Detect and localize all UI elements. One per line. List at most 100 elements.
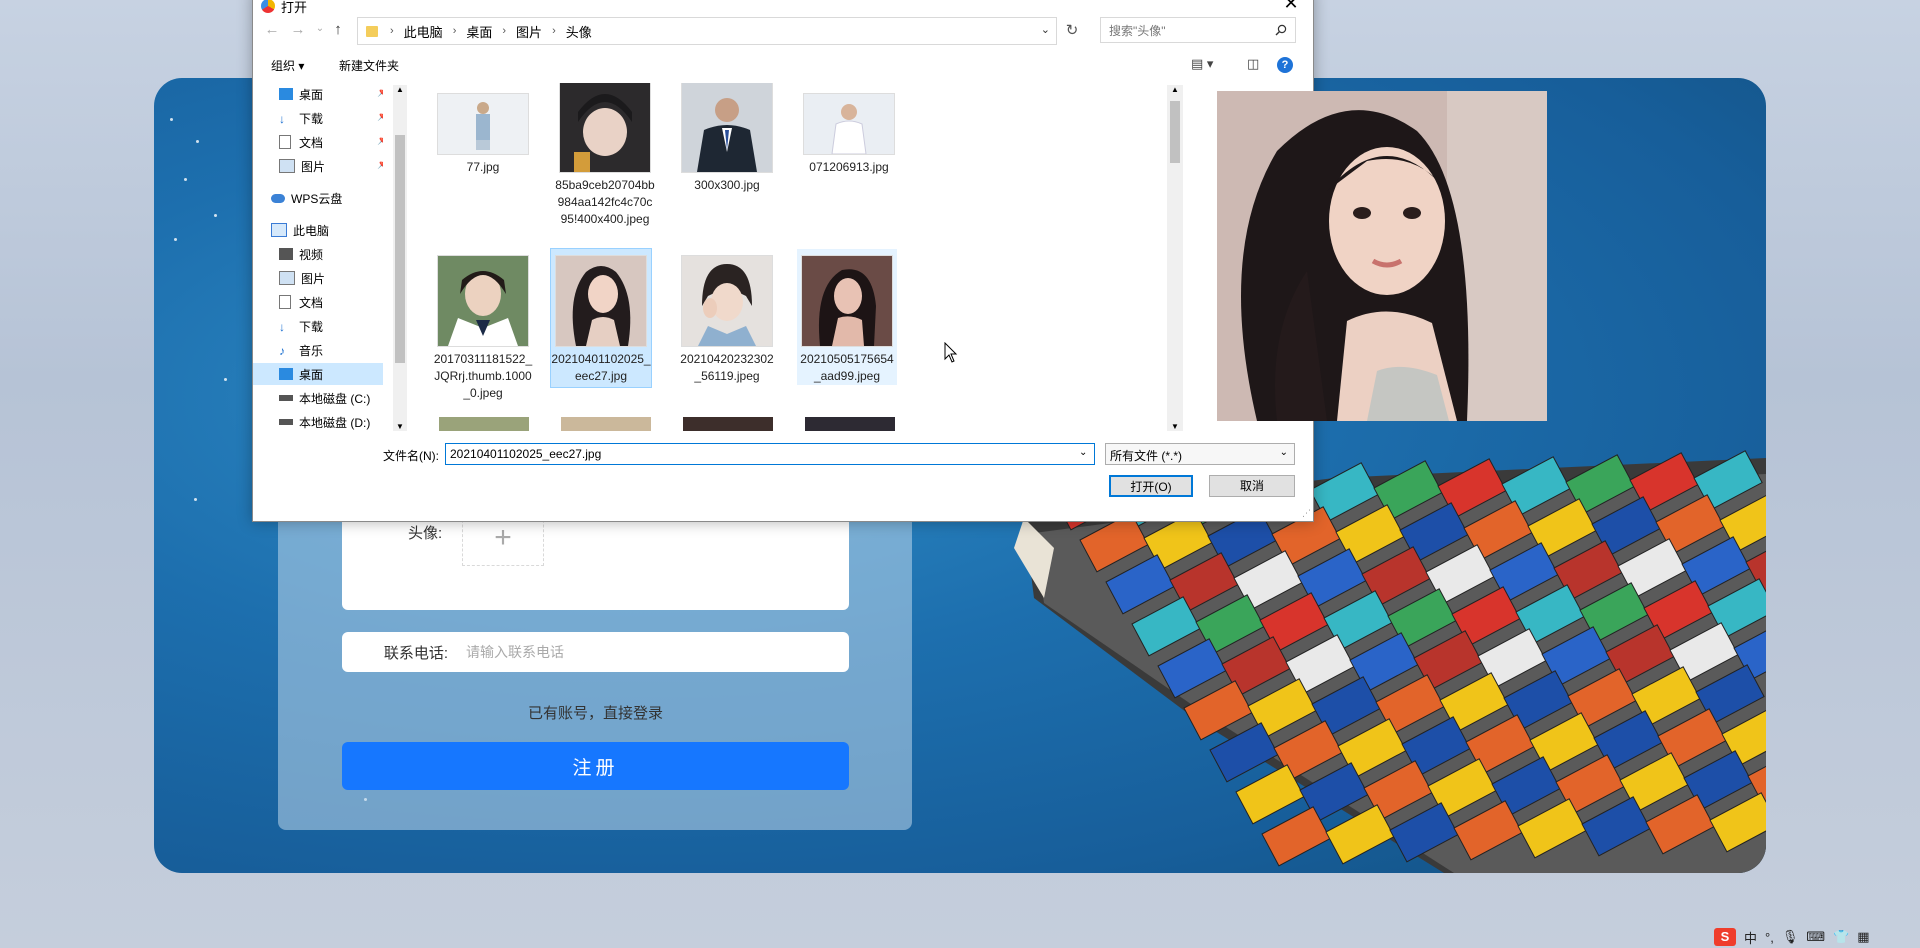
breadcrumb-pictures[interactable]: 图片: [516, 22, 542, 41]
nav-item-desktop-pc[interactable]: 桌面: [253, 363, 383, 385]
forward-arrow-icon[interactable]: →: [289, 21, 307, 38]
breadcrumb-desktop[interactable]: 桌面: [466, 22, 492, 41]
nav-item-music[interactable]: ♪ 音乐: [279, 339, 323, 361]
nav-item-pictures[interactable]: 图片: [279, 155, 325, 177]
keyboard-icon[interactable]: ⌨: [1806, 929, 1825, 945]
navigation-pane: 桌面 📌 ↓下载 📌 文档 📌 图片 📌 WPS云盘 此电脑 视频 图片 文档 …: [253, 83, 383, 431]
file-item[interactable]: 77.jpg: [433, 87, 533, 176]
recent-locations-icon[interactable]: ⌄: [311, 23, 329, 34]
address-bar[interactable]: › 此电脑 › 桌面 › 图片 › 头像 ⌄: [357, 17, 1057, 45]
phone-input[interactable]: [464, 643, 828, 661]
nav-item-documents-pc[interactable]: 文档: [279, 291, 323, 313]
search-input[interactable]: 搜索"头像": [1100, 17, 1296, 43]
help-icon[interactable]: ?: [1277, 57, 1293, 73]
file-item[interactable]: 071206913.jpg: [799, 87, 899, 176]
nav-label: 图片: [301, 271, 326, 286]
avatar-field: 头像: +: [342, 510, 849, 610]
image-thumbnail: [801, 255, 893, 347]
nav-item-pictures-pc[interactable]: 图片: [279, 267, 325, 289]
file-item[interactable]: 20170311181522_JQRrj.thumb.1000_0.jpeg: [433, 249, 533, 402]
cancel-button[interactable]: 取消: [1209, 475, 1295, 497]
preview-pane-icon[interactable]: ◫: [1247, 56, 1259, 72]
file-type-select[interactable]: 所有文件 (*.*) ⌄: [1105, 443, 1295, 465]
file-name: 77.jpg: [466, 160, 500, 174]
computer-icon: [271, 223, 287, 237]
file-item[interactable]: 85ba9ceb20704bb984aa142fc4c70c95!400x400…: [555, 83, 655, 228]
image-thumbnail: [437, 255, 529, 347]
pin-icon[interactable]: 📌: [377, 135, 383, 146]
nav-label: 本地磁盘 (C:): [299, 391, 371, 406]
ime-language-indicator[interactable]: 中: [1744, 928, 1757, 947]
login-link[interactable]: 已有账号，直接登录: [342, 702, 849, 723]
scroll-up-icon[interactable]: ▲: [1171, 85, 1179, 94]
nav-item-drive-d[interactable]: 本地磁盘 (D:): [279, 411, 370, 431]
breadcrumb-avatar[interactable]: 头像: [566, 22, 592, 41]
image-thumbnail: [681, 255, 773, 347]
nav-label: 桌面: [299, 87, 324, 102]
file-item[interactable]: 300x300.jpg: [677, 83, 777, 194]
file-list: 77.jpg 85ba9ceb20704bb984aa142fc4c70c95!…: [413, 83, 1157, 431]
sogou-ime-icon[interactable]: S: [1714, 928, 1736, 946]
scrollbar-thumb[interactable]: [395, 135, 405, 363]
refresh-icon[interactable]: ↻: [1059, 18, 1085, 44]
microphone-icon[interactable]: 🎙: [1782, 929, 1799, 945]
nav-item-drive-c[interactable]: 本地磁盘 (C:): [279, 387, 370, 409]
pin-icon[interactable]: 📌: [377, 111, 383, 122]
scrollbar-thumb[interactable]: [1170, 101, 1180, 163]
chevron-right-icon: ›: [390, 25, 394, 37]
pin-icon[interactable]: 📌: [377, 87, 383, 98]
video-icon: [279, 248, 293, 260]
up-arrow-icon[interactable]: ↑: [329, 21, 347, 38]
back-arrow-icon[interactable]: ←: [263, 21, 281, 38]
nav-label: 桌面: [299, 367, 324, 382]
mouse-cursor-icon: [944, 342, 958, 363]
chevron-down-icon[interactable]: ⌄: [1041, 23, 1050, 36]
file-item-selected[interactable]: 20210401102025_eec27.jpg: [550, 248, 652, 388]
breadcrumb-this-pc[interactable]: 此电脑: [404, 22, 443, 41]
file-item[interactable]: 20210505175654_aad99.jpeg: [797, 249, 897, 385]
close-icon[interactable]: ✕: [1277, 0, 1305, 14]
nav-item-wps-cloud[interactable]: WPS云盘: [271, 187, 342, 209]
nav-item-documents[interactable]: 文档: [279, 131, 323, 153]
command-bar: 组织 ▾ 新建文件夹 ▤ ▾ ◫ ?: [253, 51, 1313, 79]
organize-menu[interactable]: 组织 ▾: [271, 57, 304, 74]
chevron-down-icon[interactable]: ⌄: [1079, 447, 1087, 458]
nav-item-desktop[interactable]: 桌面: [279, 83, 323, 105]
search-placeholder: 搜索"头像": [1109, 23, 1166, 38]
grid-icon[interactable]: ▦: [1857, 929, 1869, 945]
system-tray: S 中 °, 🎙 ⌨ 👕 ▦: [1714, 926, 1920, 948]
punctuation-mode-indicator[interactable]: °,: [1765, 930, 1774, 945]
file-list-scrollbar[interactable]: ▲ ▼: [1167, 85, 1183, 431]
nav-item-videos[interactable]: 视频: [279, 243, 323, 265]
scroll-down-icon[interactable]: ▼: [396, 422, 404, 431]
pin-icon[interactable]: 📌: [377, 159, 383, 170]
nav-item-downloads[interactable]: ↓ 下载: [279, 107, 323, 129]
nav-label: 文档: [299, 295, 324, 310]
view-options-icon[interactable]: ▤ ▾: [1191, 56, 1213, 72]
file-name-input[interactable]: [445, 443, 1095, 465]
nav-label: 音乐: [299, 343, 324, 358]
resize-grip-icon[interactable]: ⋰: [1302, 508, 1311, 519]
shirt-icon[interactable]: 👕: [1833, 929, 1849, 945]
scroll-up-icon[interactable]: ▲: [396, 85, 404, 94]
file-name: 300x300.jpg: [694, 178, 760, 192]
navigation-bar: ← → ⌄ ↑ › 此电脑 › 桌面 › 图片 › 头像 ⌄ ↻ 搜索"头像": [253, 15, 1313, 45]
scroll-down-icon[interactable]: ▼: [1171, 422, 1179, 431]
nav-item-this-pc[interactable]: 此电脑: [271, 219, 329, 241]
picture-icon: [279, 159, 295, 173]
download-icon: ↓: [279, 112, 285, 126]
file-item[interactable]: 20210420232302_56119.jpeg: [677, 249, 777, 385]
desktop-icon: [279, 368, 293, 380]
image-thumbnail: [439, 417, 529, 431]
image-thumbnail: [803, 93, 895, 155]
register-button[interactable]: 注册: [342, 742, 849, 790]
open-button[interactable]: 打开(O): [1109, 475, 1193, 497]
folder-icon: [366, 25, 378, 37]
file-name: 071206913.jpg: [809, 160, 889, 174]
file-name: 20210505175654_aad99.jpeg: [800, 352, 894, 383]
nav-item-downloads-pc[interactable]: ↓ 下载: [279, 315, 323, 337]
nav-pane-scrollbar[interactable]: ▲ ▼: [393, 85, 407, 431]
image-thumbnail: [683, 417, 773, 431]
nav-label: 下载: [299, 111, 324, 126]
new-folder-button[interactable]: 新建文件夹: [339, 57, 399, 74]
